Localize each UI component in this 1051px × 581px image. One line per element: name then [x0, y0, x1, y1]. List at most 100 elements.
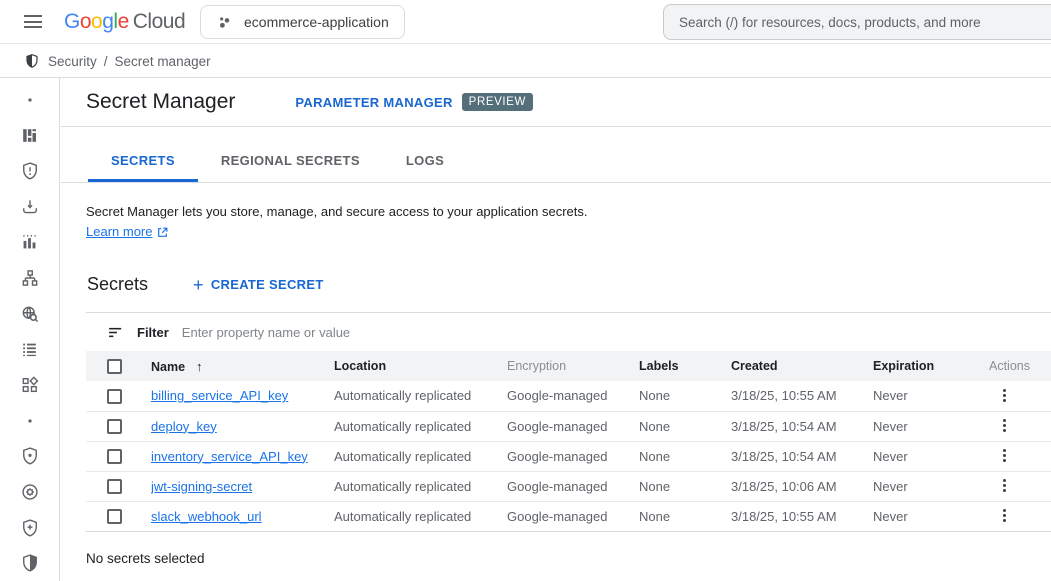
description-text: Secret Manager lets you store, manage, a… — [86, 202, 1026, 222]
encryption-cell: Google-managed — [507, 471, 639, 501]
search-bar[interactable] — [663, 4, 1051, 40]
secret-name-link[interactable]: billing_service_API_key — [151, 388, 288, 403]
select-all-checkbox[interactable] — [107, 359, 122, 374]
secret-name-cell: billing_service_API_key — [151, 381, 334, 411]
topology-icon[interactable] — [12, 260, 48, 296]
table-row: deploy_keyAutomatically replicatedGoogle… — [86, 411, 1051, 441]
tab-logs[interactable]: LOGS — [383, 142, 467, 182]
created-cell: 3/18/25, 10:54 AM — [731, 441, 873, 471]
dot-icon — [12, 403, 48, 439]
column-header-name[interactable]: Name ↑ — [151, 351, 334, 381]
list-icon[interactable] — [12, 331, 48, 367]
main-content: Secret Manager PARAMETER MANAGER PREVIEW… — [61, 78, 1051, 581]
shield-dot-icon[interactable] — [12, 438, 48, 474]
expiration-cell: Never — [873, 441, 989, 471]
page-header: Secret Manager PARAMETER MANAGER PREVIEW — [61, 78, 1051, 127]
table-row: jwt-signing-secretAutomatically replicat… — [86, 471, 1051, 501]
shield-half-icon[interactable] — [12, 545, 48, 581]
location-cell: Automatically replicated — [334, 381, 507, 411]
globe-search-icon[interactable] — [12, 296, 48, 332]
row-actions-kebab-icon[interactable] — [992, 445, 1017, 466]
logo-letter: o — [91, 10, 102, 33]
breadcrumb-page: Secret manager — [115, 54, 211, 69]
sort-ascending-icon: ↑ — [196, 359, 203, 374]
secret-name-link[interactable]: jwt-signing-secret — [151, 479, 252, 494]
components-icon[interactable] — [12, 367, 48, 403]
breadcrumb-section[interactable]: Security — [48, 54, 97, 69]
create-secret-button[interactable]: + CREATE SECRET — [193, 276, 324, 294]
actions-cell — [989, 441, 1051, 471]
actions-cell — [989, 471, 1051, 501]
tab-bar: SECRETSREGIONAL SECRETSLOGS — [61, 127, 1051, 183]
search-input[interactable] — [679, 15, 1047, 30]
row-checkbox[interactable] — [107, 509, 122, 524]
project-selector[interactable]: ecommerce-application — [200, 5, 405, 39]
actions-cell — [989, 501, 1051, 531]
column-header-actions: Actions — [989, 351, 1051, 381]
column-header-encryption: Encryption — [507, 351, 639, 381]
row-checkbox-cell — [86, 441, 151, 471]
row-checkbox-cell — [86, 411, 151, 441]
expiration-cell: Never — [873, 471, 989, 501]
row-actions-kebab-icon[interactable] — [992, 415, 1017, 436]
logo-letter: g — [102, 10, 113, 33]
column-label: Labels — [639, 359, 679, 373]
row-checkbox[interactable] — [107, 449, 122, 464]
security-shield-icon — [24, 53, 40, 69]
column-header-labels: Labels — [639, 351, 731, 381]
column-header-expiration: Expiration — [873, 351, 989, 381]
secret-name-link[interactable]: deploy_key — [151, 419, 217, 434]
labels-cell: None — [639, 381, 731, 411]
expiration-cell: Never — [873, 411, 989, 441]
secrets-table: Name↑LocationEncryptionLabelsCreatedExpi… — [86, 351, 1051, 532]
row-checkbox[interactable] — [107, 419, 122, 434]
tab-secrets[interactable]: SECRETS — [88, 142, 198, 182]
learn-more-link[interactable]: Learn more — [86, 222, 169, 242]
filter-bar[interactable]: Filter — [86, 312, 1051, 351]
menu-hamburger-icon[interactable] — [13, 2, 53, 42]
bar-chart-icon[interactable] — [12, 225, 48, 261]
tab-regional-secrets[interactable]: REGIONAL SECRETS — [198, 142, 383, 182]
parameter-manager-link[interactable]: PARAMETER MANAGER — [295, 95, 452, 110]
secret-name-cell: inventory_service_API_key — [151, 441, 334, 471]
row-checkbox[interactable] — [107, 479, 122, 494]
shield-plus-icon[interactable] — [12, 510, 48, 546]
created-cell: 3/18/25, 10:06 AM — [731, 471, 873, 501]
location-cell: Automatically replicated — [334, 411, 507, 441]
shield-alert-icon[interactable] — [12, 153, 48, 189]
secret-name-link[interactable]: slack_webhook_url — [151, 509, 262, 524]
labels-cell: None — [639, 411, 731, 441]
row-checkbox-cell — [86, 471, 151, 501]
column-label: Encryption — [507, 359, 566, 373]
external-link-icon — [156, 226, 169, 239]
row-actions-kebab-icon[interactable] — [992, 505, 1017, 526]
actions-cell — [989, 411, 1051, 441]
top-app-bar: GoogleCloud ecommerce-application — [0, 0, 1051, 44]
compliance-gear-icon[interactable] — [12, 474, 48, 510]
column-label: Name — [151, 360, 185, 374]
logo-letter: e — [118, 10, 129, 33]
google-cloud-logo[interactable]: GoogleCloud — [64, 10, 185, 34]
row-actions-kebab-icon[interactable] — [992, 475, 1017, 496]
encryption-cell: Google-managed — [507, 501, 639, 531]
secret-name-cell: deploy_key — [151, 411, 334, 441]
row-checkbox-cell — [86, 381, 151, 411]
tray-arrow-icon[interactable] — [12, 189, 48, 225]
encryption-cell: Google-managed — [507, 441, 639, 471]
breadcrumb: Security / Secret manager — [0, 45, 1051, 78]
expiration-cell: Never — [873, 381, 989, 411]
row-actions-kebab-icon[interactable] — [992, 385, 1017, 406]
select-all-checkbox-cell — [86, 351, 151, 381]
dashboard-bars-icon[interactable] — [12, 118, 48, 154]
secret-name-link[interactable]: inventory_service_API_key — [151, 449, 308, 464]
security-nav-sidebar — [0, 78, 60, 581]
filter-input[interactable] — [182, 325, 1041, 340]
logo-google-word: Google — [64, 10, 129, 33]
page-title: Secret Manager — [86, 90, 235, 114]
location-cell: Automatically replicated — [334, 501, 507, 531]
labels-cell: None — [639, 441, 731, 471]
row-checkbox-cell — [86, 501, 151, 531]
breadcrumb-separator: / — [104, 54, 108, 69]
row-checkbox[interactable] — [107, 389, 122, 404]
filter-label: Filter — [137, 325, 169, 340]
